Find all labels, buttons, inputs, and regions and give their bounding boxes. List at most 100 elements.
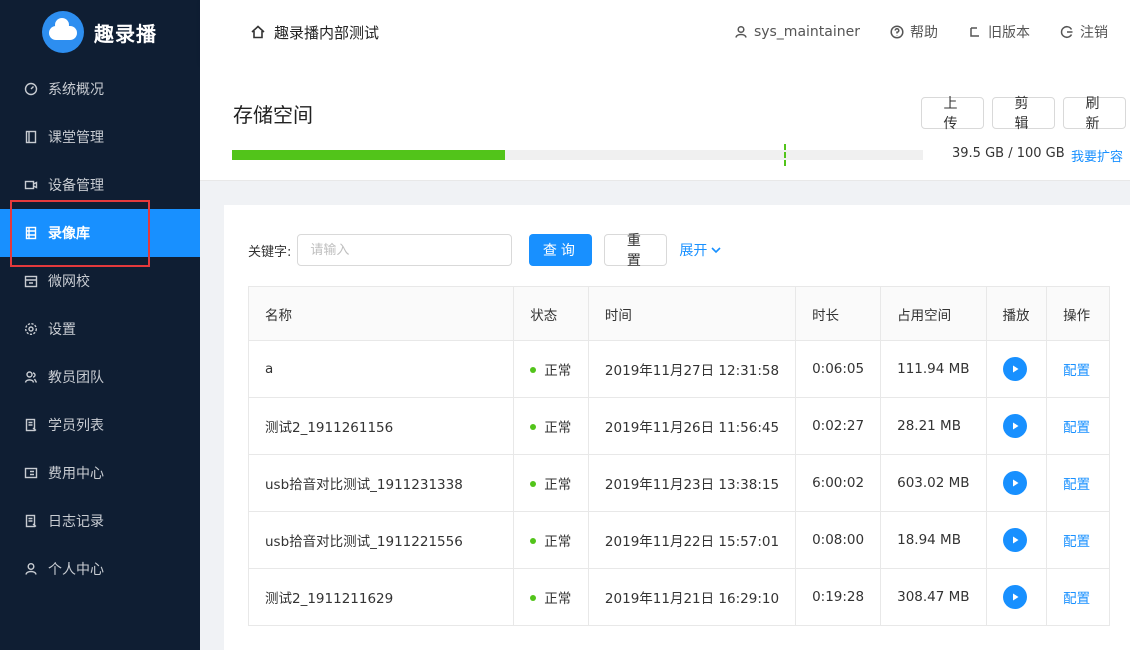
user-menu[interactable]: sys_maintainer	[734, 24, 860, 40]
expand-filters-link[interactable]: 展开	[679, 240, 722, 260]
storage-panel: 存储空间 上传 剪辑 刷新 39.5 GB / 100 GB 我要扩容	[200, 64, 1130, 181]
play-button[interactable]	[1002, 585, 1027, 609]
column-header-status[interactable]: 状态	[513, 286, 589, 341]
sidebar-item-profile[interactable]: 个人中心	[0, 545, 200, 593]
logout-link[interactable]: 注销	[1060, 22, 1108, 42]
cell-duration: 0:08:00	[795, 511, 882, 569]
config-link[interactable]: 配置	[1063, 534, 1090, 550]
cell-action: 配置	[1046, 454, 1110, 512]
play-button[interactable]	[1002, 414, 1027, 438]
status-dot-icon	[530, 538, 537, 544]
table-body: a 正常 2019年11月27日 12:31:58 0:06:05 111.94 MB 配…	[247, 340, 1110, 626]
cell-time: 2019年11月22日 15:57:01	[587, 511, 797, 569]
expand-label: 展开	[679, 243, 708, 259]
sidebar: 趣录播 系统概况 课堂管理 设备管理 录像库 微网校 设置 教员团队 学员列表 …	[0, 0, 200, 650]
upload-button[interactable]: 上传	[921, 96, 984, 132]
column-header-size[interactable]: 占用空间	[880, 286, 987, 341]
sidebar-item-label: 系统概况	[48, 82, 104, 98]
table-header-row: 名称 状态 时间 时长 占用空间 播放 操作	[247, 286, 1110, 341]
column-header-play: 播放	[985, 286, 1048, 341]
play-button[interactable]	[1002, 471, 1027, 495]
status-text: 正常	[544, 591, 572, 607]
old-version-link[interactable]: 旧版本	[968, 22, 1030, 42]
cell-size: 28.21 MB	[880, 397, 987, 455]
user-icon	[735, 25, 747, 38]
edit-button[interactable]: 剪辑	[992, 96, 1055, 132]
old-version-label: 旧版本	[988, 25, 1030, 41]
logout-label: 注销	[1080, 25, 1108, 41]
storage-progress-bar	[232, 144, 923, 166]
status-text: 正常	[544, 477, 572, 493]
expand-storage-link[interactable]: 我要扩容	[1071, 146, 1123, 165]
sidebar-item-overview[interactable]: 系统概况	[0, 65, 200, 113]
column-header-time[interactable]: 时间	[587, 286, 797, 341]
storage-usage-text: 39.5 GB / 100 GB	[952, 146, 1065, 161]
brand[interactable]: 趣录播	[0, 0, 200, 64]
status-text: 正常	[544, 363, 572, 379]
video-name: usb拾音对比测试_1911221556	[265, 534, 463, 550]
status-dot-icon	[530, 595, 537, 601]
status-text: 正常	[544, 534, 572, 550]
sidebar-item-team[interactable]: 教员团队	[0, 353, 200, 401]
sidebar-item-label: 设置	[48, 322, 76, 338]
header-breadcrumb[interactable]: 趣录播内部测试	[250, 0, 379, 64]
sidebar-item-label: 微网校	[48, 274, 90, 290]
home-icon	[251, 25, 265, 39]
sidebar-item-classroom[interactable]: 课堂管理	[0, 113, 200, 161]
cell-status: 正常	[513, 511, 589, 569]
config-link[interactable]: 配置	[1063, 420, 1090, 436]
cell-duration: 6:00:02	[795, 454, 882, 512]
cell-play	[985, 511, 1048, 569]
column-header-duration[interactable]: 时长	[795, 286, 882, 341]
cell-size: 111.94 MB	[880, 340, 987, 398]
table-row: 测试2_1911261156 正常 2019年11月26日 11:56:45 0:02…	[247, 397, 1110, 455]
cloud-logo-icon	[42, 11, 84, 53]
help-link[interactable]: 帮助	[890, 22, 938, 42]
cell-play	[985, 568, 1048, 626]
status-dot-icon	[530, 367, 537, 373]
table-row: usb拾音对比测试_1911231338 正常 2019年11月23日 13:38:…	[247, 454, 1110, 512]
sidebar-item-devices[interactable]: 设备管理	[0, 161, 200, 209]
help-icon	[890, 25, 904, 39]
column-header-action: 操作	[1046, 286, 1110, 341]
reset-button[interactable]: 重置	[604, 233, 668, 269]
cell-action: 配置	[1046, 340, 1110, 398]
sidebar-item-billing[interactable]: 费用中心	[0, 449, 200, 497]
cell-status: 正常	[513, 397, 589, 455]
table-row: a 正常 2019年11月27日 12:31:58 0:06:05 111.94 MB 配…	[247, 340, 1110, 398]
sidebar-item-micro-school[interactable]: 微网校	[0, 257, 200, 305]
sidebar-item-logs[interactable]: 日志记录	[0, 497, 200, 545]
config-link[interactable]: 配置	[1063, 477, 1090, 493]
sidebar-item-label: 学员列表	[48, 418, 104, 434]
cell-name: usb拾音对比测试_1911221556	[247, 511, 515, 569]
help-label: 帮助	[910, 25, 938, 41]
play-button[interactable]	[1002, 528, 1027, 552]
school-icon	[24, 274, 38, 288]
sidebar-item-settings[interactable]: 设置	[0, 305, 200, 353]
play-icon	[1012, 422, 1019, 430]
keyword-input[interactable]	[297, 234, 513, 266]
play-button[interactable]	[1002, 357, 1027, 381]
video-list-card: 关键字: 查询 重置 展开 名称 状态 时间 时长 占用空间 播放 操作 a 正常…	[224, 205, 1130, 650]
cell-time: 2019年11月27日 12:31:58	[587, 340, 797, 398]
storage-toolbar: 上传 剪辑 刷新	[913, 96, 1126, 132]
sidebar-item-students[interactable]: 学员列表	[0, 401, 200, 449]
brand-title: 趣录播	[94, 21, 157, 46]
team-icon	[24, 370, 38, 384]
cell-name: a	[247, 340, 515, 398]
storage-title: 存储空间	[233, 103, 313, 127]
page-title: 趣录播内部测试	[274, 23, 380, 42]
cell-action: 配置	[1046, 568, 1110, 626]
cell-action: 配置	[1046, 397, 1110, 455]
sidebar-item-label: 教员团队	[48, 370, 104, 386]
query-button[interactable]: 查询	[529, 234, 593, 266]
refresh-button[interactable]: 刷新	[1063, 96, 1126, 132]
status-dot-icon	[530, 424, 537, 430]
column-header-name[interactable]: 名称	[247, 286, 515, 341]
cell-name: 测试2_1911211629	[247, 568, 515, 626]
sidebar-item-video-library[interactable]: 录像库	[0, 209, 200, 257]
config-link[interactable]: 配置	[1063, 363, 1090, 379]
cell-play	[985, 397, 1048, 455]
sidebar-item-label: 费用中心	[48, 466, 104, 482]
config-link[interactable]: 配置	[1063, 591, 1090, 607]
